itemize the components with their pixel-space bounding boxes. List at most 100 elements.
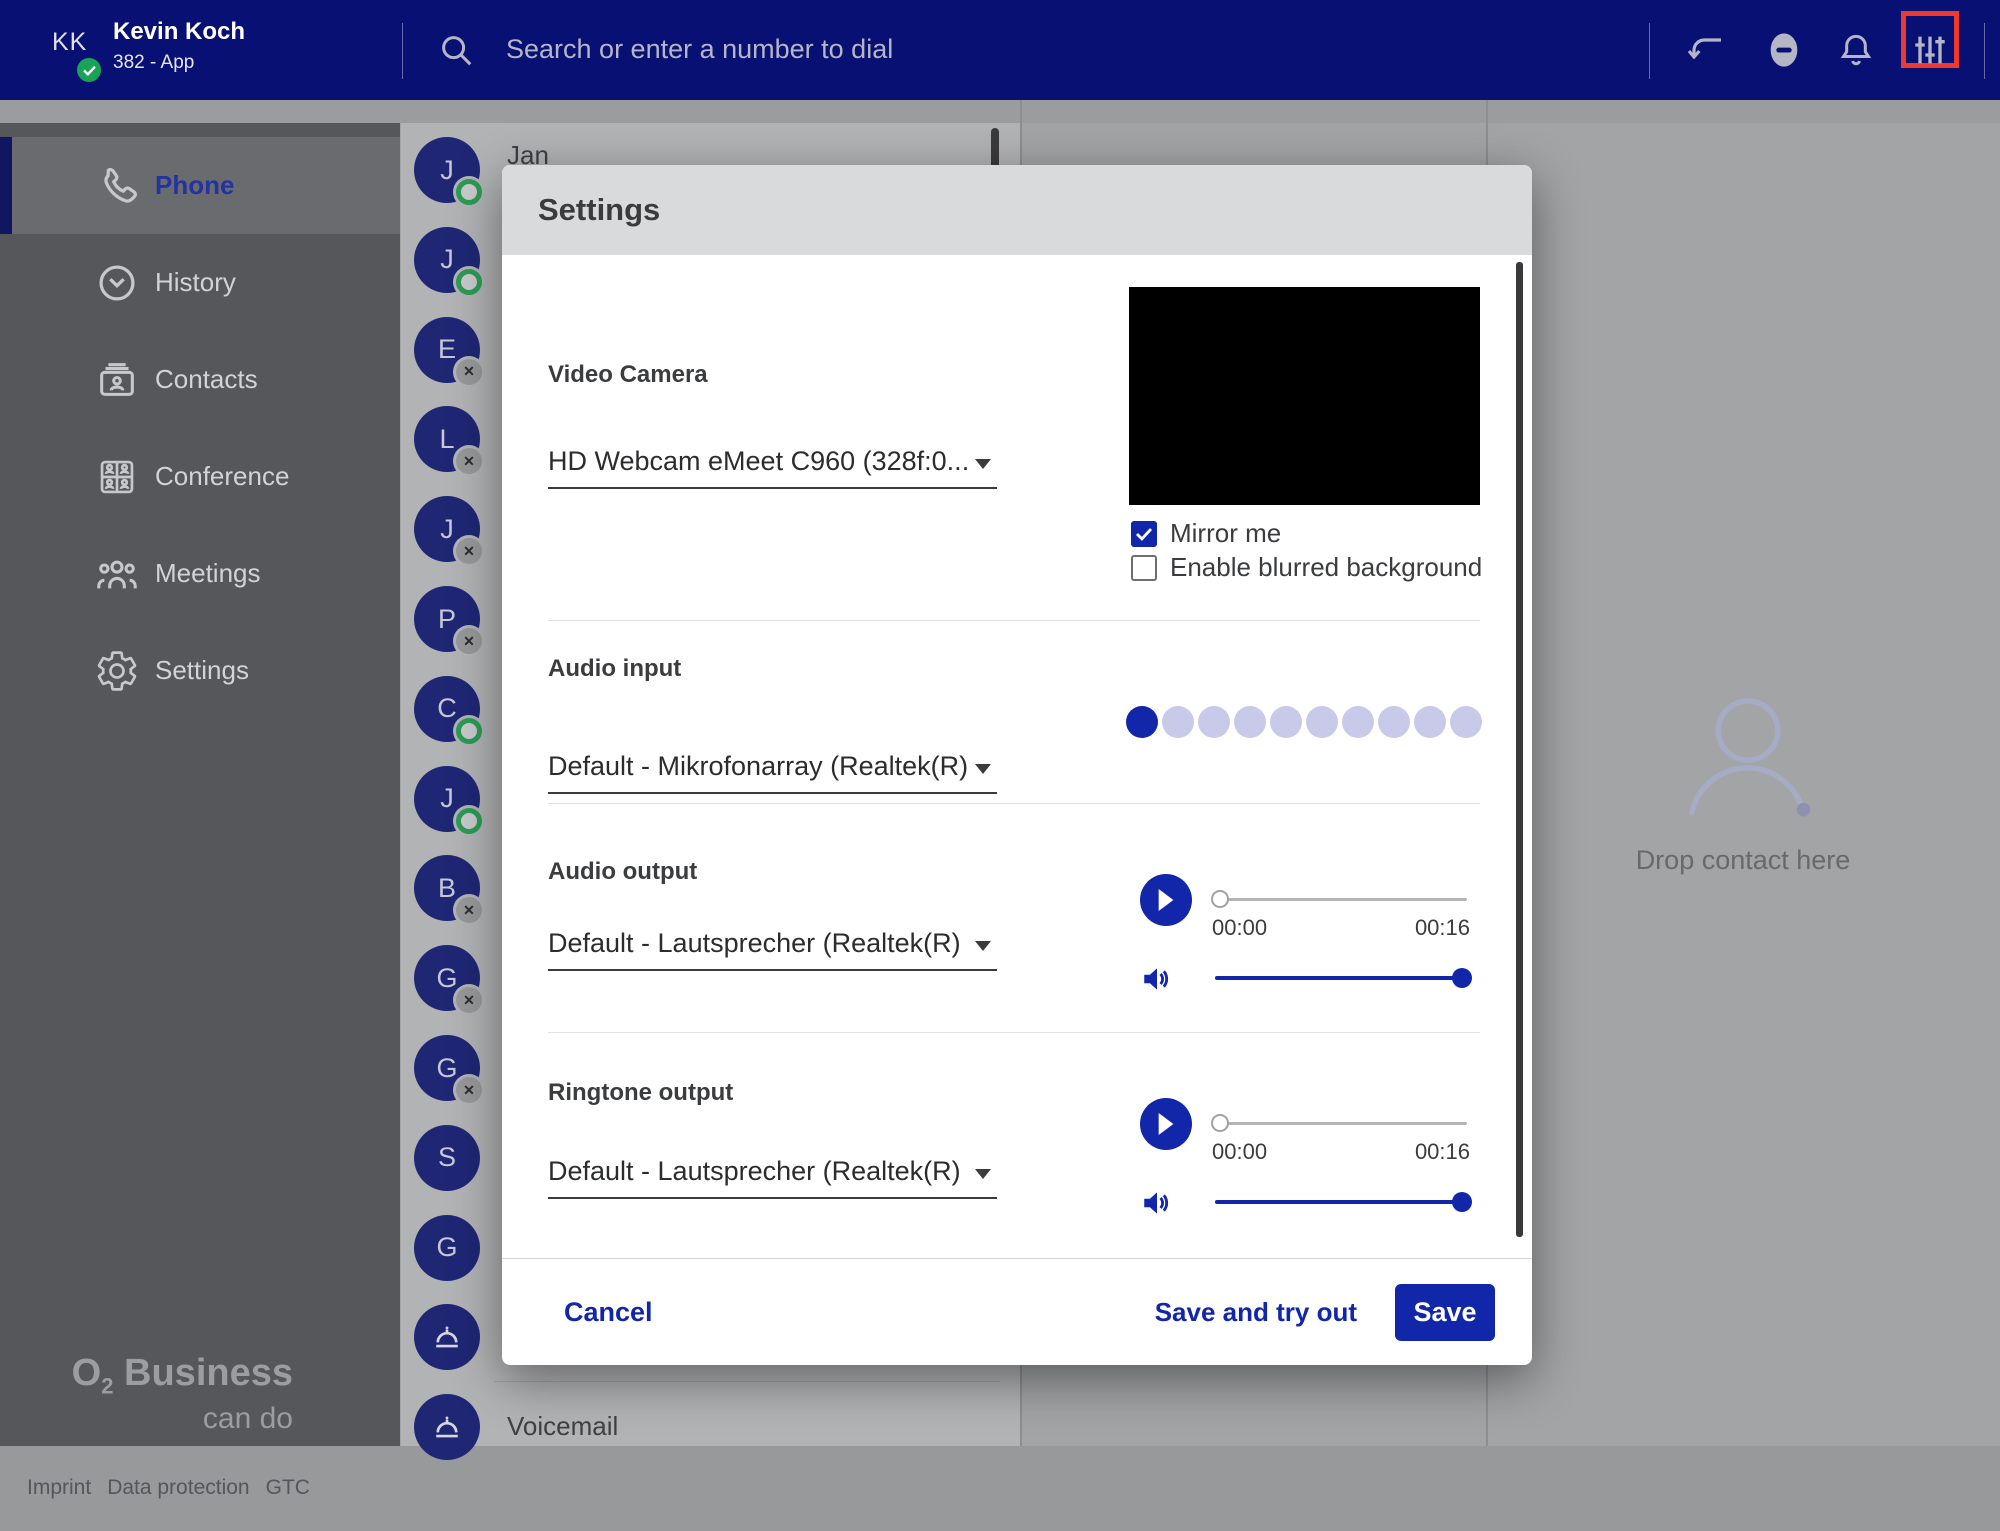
audio-level-dot — [1378, 706, 1410, 738]
contact-avatar[interactable]: S — [414, 1125, 480, 1191]
progress-thumb[interactable] — [1211, 1114, 1229, 1132]
contact-list-item[interactable]: B✕ — [414, 855, 480, 921]
chevron-down-icon — [975, 459, 991, 469]
volume-slider-audio-output[interactable] — [1215, 976, 1467, 980]
contact-list-item[interactable]: C — [414, 676, 480, 742]
contact-avatar[interactable]: G — [414, 1215, 480, 1281]
video-camera-select[interactable]: HD Webcam eMeet C960 (328f:0... — [548, 435, 997, 489]
elapsed-time: 00:00 — [1212, 1139, 1267, 1165]
ringtone-output-select[interactable]: Default - Lautsprecher (Realtek(R) ... — [548, 1145, 997, 1199]
audio-output-value: Default - Lautsprecher (Realtek(R) ... — [548, 928, 968, 959]
play-button-audio-output[interactable] — [1140, 874, 1192, 926]
contact-list-item[interactable]: J✕ — [414, 496, 480, 562]
volume-thumb[interactable] — [1452, 1192, 1472, 1212]
total-time: 00:16 — [1415, 1139, 1470, 1165]
section-divider — [548, 1032, 1480, 1033]
presence-badge-offline: ✕ — [456, 538, 482, 564]
audio-output-select[interactable]: Default - Lautsprecher (Realtek(R) ... — [548, 917, 997, 971]
contact-initial: J — [440, 783, 454, 814]
app-window: KK Kevin Koch 382 - App Search or enter … — [0, 0, 2000, 1531]
contact-list-item[interactable]: S — [414, 1125, 480, 1191]
contact-initial: G — [436, 1053, 457, 1084]
contact-list-item[interactable]: G✕ — [414, 1035, 480, 1101]
presence-badge-offline: ✕ — [456, 628, 482, 654]
presence-badge-online — [456, 718, 482, 744]
audio-level-dot — [1306, 706, 1338, 738]
dialog-footer: Cancel Save and try out Save — [502, 1258, 1532, 1366]
contact-list-item[interactable]: P✕ — [414, 586, 480, 652]
save-and-try-out-button[interactable]: Save and try out — [1155, 1297, 1357, 1328]
contact-initial: G — [436, 1232, 457, 1263]
contact-initial: G — [436, 963, 457, 994]
contact-list-item[interactable]: J — [414, 137, 480, 203]
voicemail-bell-icon — [430, 1410, 464, 1444]
volume-slider-ringtone[interactable] — [1215, 1200, 1467, 1204]
user-name: Kevin Koch — [113, 18, 245, 46]
ringtone-output-value: Default - Lautsprecher (Realtek(R) ... — [548, 1156, 968, 1187]
contact-initial: J — [440, 244, 454, 275]
checkbox-check-icon — [1135, 527, 1153, 541]
top-bar: KK Kevin Koch 382 - App Search or enter … — [0, 0, 2000, 100]
contact-initial: L — [439, 424, 454, 455]
play-button-ringtone[interactable] — [1140, 1098, 1192, 1150]
audio-level-dot — [1270, 706, 1302, 738]
total-time: 00:16 — [1415, 915, 1470, 941]
contact-list-item[interactable]: G✕ — [414, 945, 480, 1011]
volume-thumb[interactable] — [1452, 968, 1472, 988]
audio-level-dot — [1414, 706, 1446, 738]
voicemail-avatar[interactable] — [414, 1304, 480, 1370]
audio-input-label: Audio input — [548, 655, 681, 683]
play-icon — [1157, 1113, 1175, 1135]
blur-background-row: Enable blurred background — [1131, 552, 1482, 583]
audio-level-dot — [1342, 706, 1374, 738]
mic-level-meter — [1126, 706, 1482, 738]
contact-list-item[interactable]: G — [414, 1215, 480, 1281]
presence-badge-offline: ✕ — [456, 987, 482, 1013]
chevron-down-icon — [975, 1169, 991, 1179]
voicemail-label[interactable]: Voicemail — [507, 1411, 618, 1442]
search-input[interactable]: Search or enter a number to dial — [506, 34, 893, 65]
blur-label: Enable blurred background — [1170, 552, 1482, 583]
contact-initial: J — [440, 155, 454, 186]
section-divider — [548, 620, 1480, 621]
play-icon — [1157, 889, 1175, 911]
audio-level-dot — [1450, 706, 1482, 738]
progress-thumb[interactable] — [1211, 890, 1229, 908]
audio-input-value: Default - Mikrofonarray (Realtek(R)... — [548, 751, 968, 782]
blur-checkbox[interactable] — [1131, 555, 1157, 581]
dialog-title: Settings — [538, 192, 660, 228]
settings-dialog: Settings Video Camera HD Webcam eMeet C9… — [502, 165, 1532, 1365]
presence-badge-online — [456, 808, 482, 834]
divider — [402, 23, 403, 79]
presence-badge-offline: ✕ — [456, 359, 482, 385]
voicemail-bell-icon — [430, 1320, 464, 1354]
contact-initial: B — [438, 873, 456, 904]
audio-level-dot — [1162, 706, 1194, 738]
divider — [1649, 23, 1650, 79]
audio-level-dot — [1198, 706, 1230, 738]
playback-progress-audio-output[interactable] — [1215, 898, 1467, 901]
audio-output-label: Audio output — [548, 858, 697, 886]
voicemail-avatar[interactable] — [414, 1394, 480, 1460]
contact-initial: C — [437, 693, 457, 724]
user-initials[interactable]: KK — [52, 28, 87, 57]
voicemail-list-item[interactable] — [414, 1394, 480, 1460]
user-extension: 382 - App — [113, 52, 194, 74]
playback-progress-ringtone[interactable] — [1215, 1122, 1467, 1125]
cancel-button[interactable]: Cancel — [564, 1297, 653, 1328]
mirror-label: Mirror me — [1170, 518, 1281, 549]
audio-input-select[interactable]: Default - Mikrofonarray (Realtek(R)... — [548, 740, 997, 794]
ringtone-output-label: Ringtone output — [548, 1079, 733, 1107]
save-button[interactable]: Save — [1395, 1284, 1495, 1341]
speaker-icon — [1140, 1186, 1174, 1225]
dialog-scrollbar[interactable] — [1516, 262, 1523, 1237]
speaker-icon — [1140, 962, 1174, 1001]
contact-list-item[interactable]: E✕ — [414, 317, 480, 383]
divider — [1984, 23, 1985, 79]
contact-list-item[interactable]: J — [414, 227, 480, 293]
contact-list-item[interactable]: J — [414, 766, 480, 832]
contact-list-item[interactable]: L✕ — [414, 406, 480, 472]
voicemail-list-item[interactable] — [414, 1304, 480, 1370]
contact-initial: P — [438, 604, 456, 635]
mirror-checkbox[interactable] — [1131, 521, 1157, 547]
